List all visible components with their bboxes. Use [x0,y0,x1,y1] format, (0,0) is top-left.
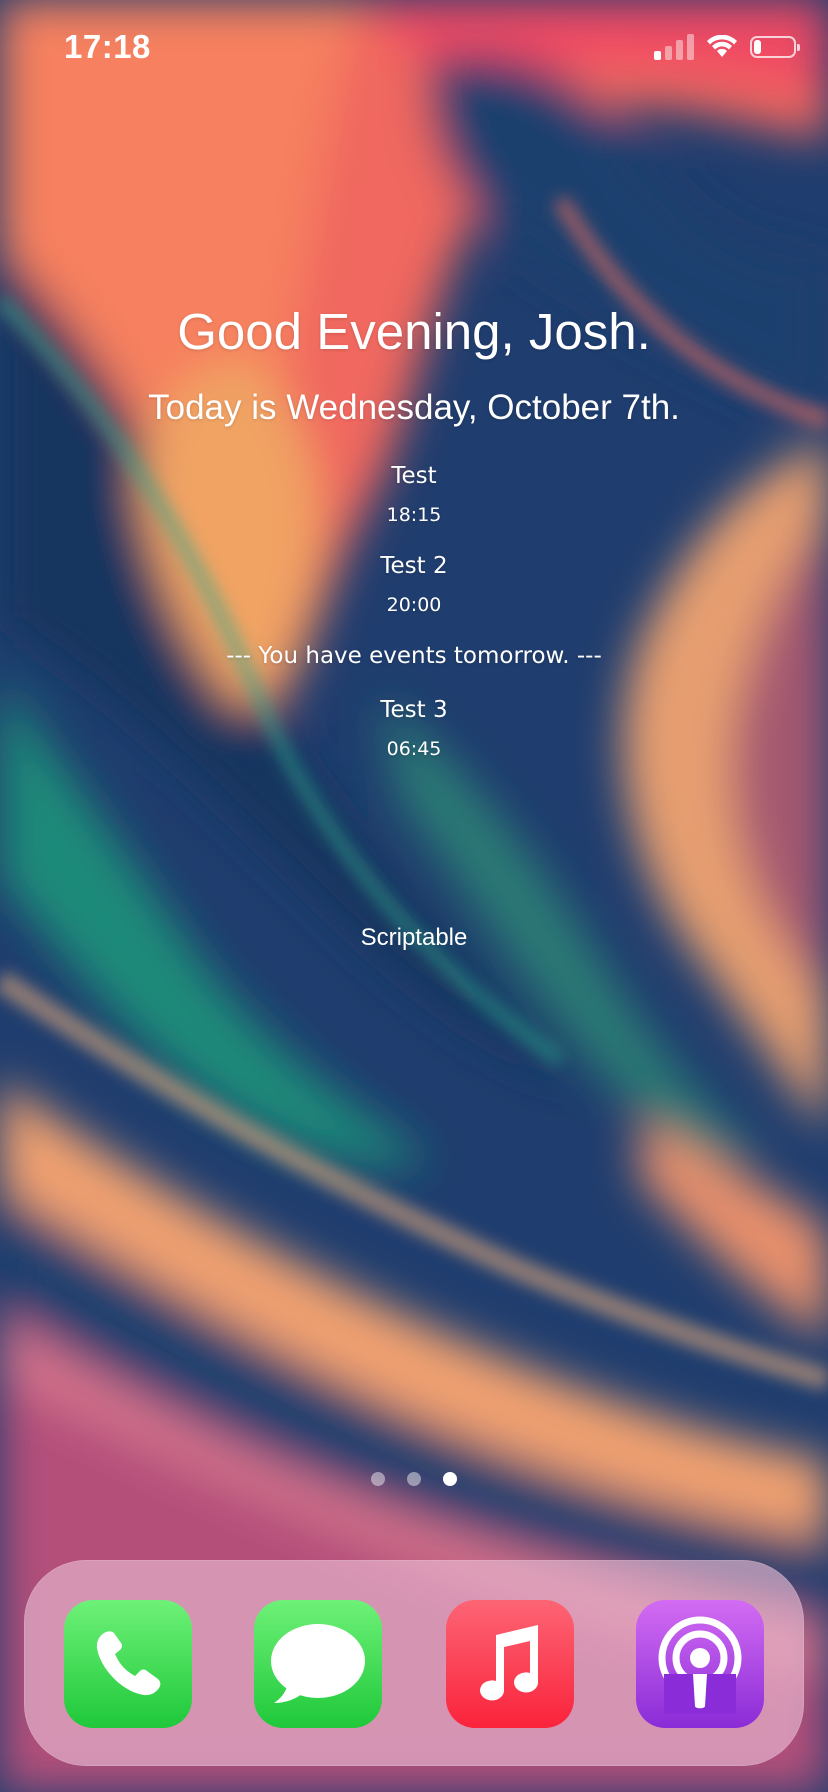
scriptable-widget[interactable]: Good Evening, Josh. Today is Wednesday, … [0,300,828,784]
dock [24,1560,804,1766]
podcasts-app-icon[interactable] [636,1600,764,1728]
event-title: Test 2 [380,553,448,579]
event-title: Test [391,463,437,489]
event-title: Test 3 [380,697,448,723]
messages-app-icon[interactable] [254,1600,382,1728]
event-item: Test 18:15 [0,460,828,528]
status-time: 17:18 [64,28,151,65]
greeting-text: Good Evening, Josh. [177,303,651,360]
battery-icon [750,36,800,58]
event-list: Test 18:15 Test 2 20:00 --- You have eve… [0,460,828,762]
date-text: Today is Wednesday, October 7th. [148,388,680,427]
widget-label: Scriptable [360,924,468,951]
event-time: 20:00 [386,594,442,616]
event-item: Test 3 06:45 [0,694,828,762]
home-screen: 17:18 Good Evening, Josh. Today is Wedne… [0,0,828,1792]
music-note-icon [480,1625,538,1701]
wifi-icon [707,35,737,57]
phone-app-icon[interactable] [64,1600,192,1728]
phone-icon [96,1631,161,1696]
music-app-icon[interactable] [446,1600,574,1728]
status-icons [654,34,800,60]
page-indicator[interactable] [0,1472,828,1486]
event-time: 06:45 [386,738,442,760]
wallpaper [0,0,828,1792]
page-dot-active[interactable] [443,1472,457,1486]
event-item: Test 2 20:00 [0,550,828,618]
page-dot[interactable] [371,1472,385,1486]
event-time: 18:15 [386,504,442,526]
page-dot[interactable] [407,1472,421,1486]
cellular-signal-icon [654,34,694,60]
tomorrow-note: --- You have events tomorrow. --- [226,643,602,669]
messages-icon [271,1624,365,1703]
podcasts-icon [658,1616,742,1714]
status-bar: 17:18 [0,0,828,100]
